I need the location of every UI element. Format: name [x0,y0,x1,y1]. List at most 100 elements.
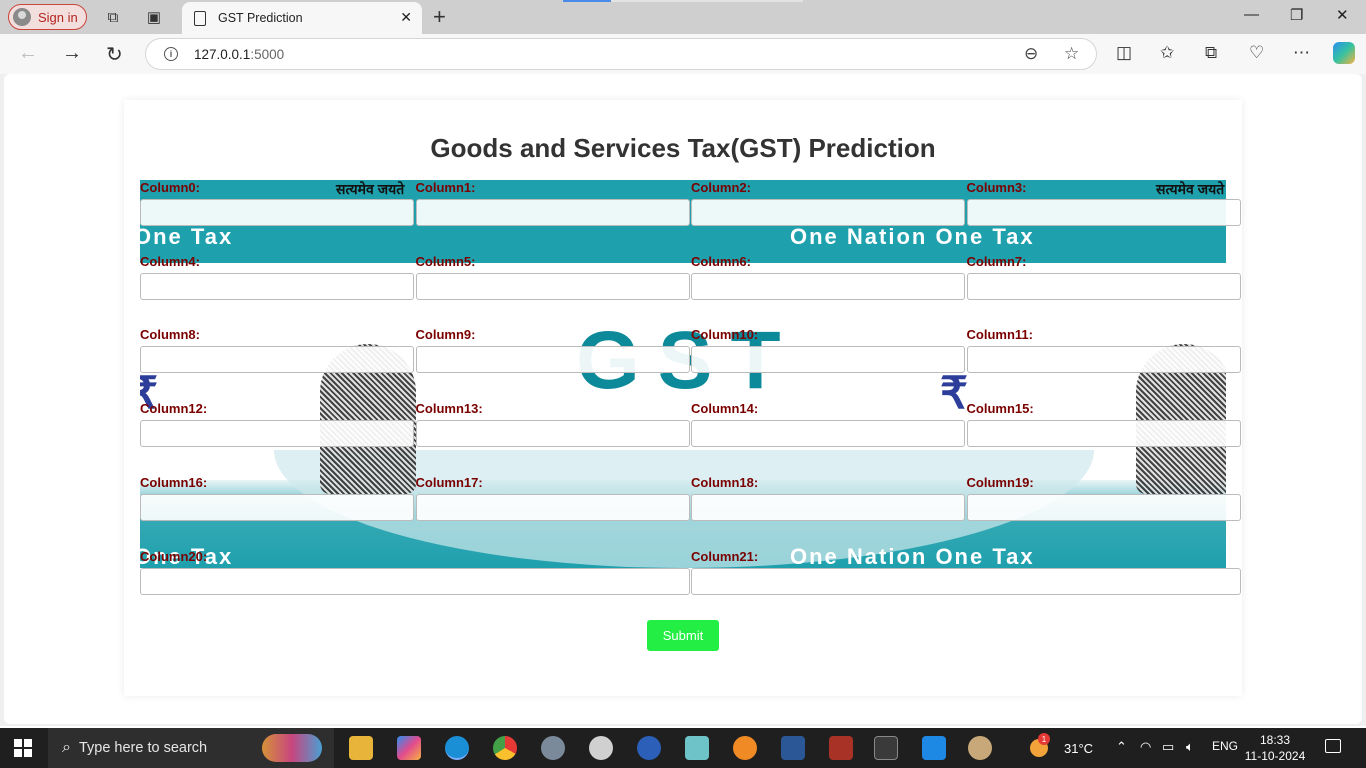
field-label: Column9: [415,327,476,342]
search-icon: ⌕ [62,739,71,756]
settings-gear-icon[interactable] [541,736,565,760]
field-column17: Column17: [415,475,690,521]
windows-taskbar: ⌕ Type here to search 1 31°C ⌃ ◠ ▭ 🔈︎ EN… [0,728,1366,768]
show-hidden-icons-icon[interactable]: ⌃ [1116,739,1127,755]
notifications-icon[interactable] [1325,739,1341,753]
new-tab-button[interactable]: + [433,4,446,30]
column15-input[interactable] [966,420,1241,447]
browser-essentials-icon[interactable]: ♡ [1249,43,1264,63]
copilot-app-icon[interactable] [397,736,421,760]
field-label: Column11: [966,327,1033,342]
tab-actions-icon[interactable]: ▣ [144,7,164,27]
close-window-button[interactable]: ✕ [1336,6,1349,24]
restore-button[interactable]: ❐ [1290,6,1303,24]
app-icon[interactable] [637,736,661,760]
column3-input[interactable] [966,199,1241,226]
column8-input[interactable] [140,346,414,373]
column18-input[interactable] [691,494,965,521]
language-indicator[interactable]: ENG [1212,739,1238,753]
field-label: Column8: [140,327,200,342]
tab-title: GST Prediction [218,11,303,25]
column13-input[interactable] [415,420,690,447]
browser-viewport: Goods and Services Tax(GST) Prediction O… [0,74,1366,726]
column11-input[interactable] [966,346,1241,373]
field-label: Column17: [415,475,483,490]
chrome-icon[interactable] [493,736,517,760]
volume-icon[interactable]: 🔈︎ [1186,739,1194,755]
page-icon [194,10,206,26]
column7-input[interactable] [966,273,1241,300]
column12-input[interactable] [140,420,414,447]
browser-toolbar: ← → ↻ i 127.0.0.1:5000 ⊖ ☆ ◫ ✩ ⧉ ♡ ⋯ [0,34,1366,74]
address-host: 127.0.0.1 [194,46,251,62]
close-tab-icon[interactable]: ✕ [400,9,412,26]
column9-input[interactable] [415,346,690,373]
edge-browser-icon[interactable] [445,736,469,760]
field-column20: Column20: [140,549,690,595]
field-column7: Column7: [966,254,1241,300]
file-explorer-icon[interactable] [349,736,373,760]
site-info-icon[interactable]: i [164,47,178,61]
field-column21: Column21: [691,549,1241,595]
favorite-star-icon[interactable]: ☆ [1064,44,1079,64]
field-label: Column15: [966,401,1034,416]
address-port: :5000 [250,46,285,62]
field-column3: Column3: [966,180,1241,226]
copilot-icon[interactable] [1333,42,1355,64]
winrar-icon[interactable] [829,736,853,760]
jupyter-icon[interactable] [733,736,757,760]
address-bar[interactable]: i 127.0.0.1:5000 [145,38,1097,70]
field-column18: Column18: [691,475,965,521]
more-options-icon[interactable]: ⋯ [1293,43,1310,63]
field-label: Column14: [691,401,759,416]
field-column5: Column5: [415,254,690,300]
start-button-icon[interactable] [14,739,32,757]
search-placeholder: Type here to search [78,740,208,756]
zoom-icon[interactable]: ⊖ [1024,44,1038,64]
tab-gst-prediction[interactable]: GST Prediction ✕ [182,2,422,34]
submit-button[interactable]: Submit [647,620,719,651]
minimize-button[interactable]: — [1244,6,1259,23]
vscode-icon[interactable] [922,736,946,760]
field-label: Column7: [966,254,1027,269]
column17-input[interactable] [415,494,690,521]
taskbar-search[interactable]: ⌕ Type here to search [48,728,334,768]
field-column11: Column11: [966,327,1241,373]
column14-input[interactable] [691,420,965,447]
column0-input[interactable] [140,199,414,226]
settings-icon[interactable] [589,736,613,760]
column20-input[interactable] [140,568,690,595]
collections-icon[interactable]: ⧉ [1205,43,1217,63]
field-label: Column21: [691,549,759,564]
column19-input[interactable] [966,494,1241,521]
wifi-icon[interactable]: ◠ [1140,739,1151,755]
battery-icon[interactable]: ▭ [1162,739,1174,755]
page-title: Goods and Services Tax(GST) Prediction [430,133,936,163]
split-screen-icon[interactable]: ◫ [1116,43,1132,63]
column10-input[interactable] [691,346,965,373]
favorites-icon[interactable]: ✩ [1160,43,1174,63]
word-icon[interactable] [781,736,805,760]
column2-input[interactable] [691,199,965,226]
workspaces-icon[interactable]: ⧉ [103,7,123,27]
field-column0: Column0: [140,180,414,226]
field-label: Column20: [140,549,208,564]
loading-indicator [563,0,611,2]
notepad-icon[interactable] [685,736,709,760]
sign-in-button[interactable]: Sign in [8,4,87,30]
sign-in-label: Sign in [38,9,78,25]
column4-input[interactable] [140,273,414,300]
refresh-button[interactable]: ↻ [106,42,123,67]
column16-input[interactable] [140,494,414,521]
back-button[interactable]: ← [18,42,38,65]
clock[interactable]: 18:33 11-10-2024 [1240,732,1310,764]
column5-input[interactable] [415,273,690,300]
paint-icon[interactable] [968,736,992,760]
field-column4: Column4: [140,254,414,300]
terminal-icon[interactable] [874,736,898,760]
weather-widget[interactable]: 1 31°C [1030,733,1093,757]
forward-button[interactable]: → [62,42,82,65]
column6-input[interactable] [691,273,965,300]
column21-input[interactable] [691,568,1241,595]
column1-input[interactable] [415,199,690,226]
